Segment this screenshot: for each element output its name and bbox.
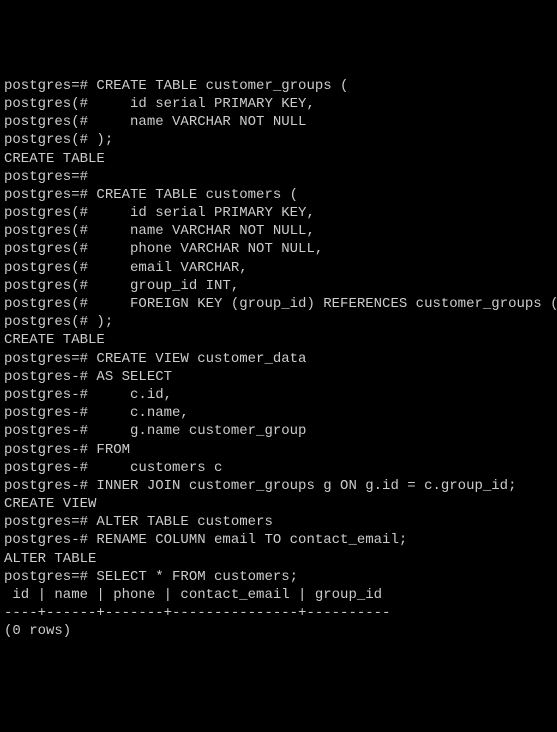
terminal-line: postgres=# xyxy=(4,168,553,186)
terminal-line: postgres(# id serial PRIMARY KEY, xyxy=(4,95,553,113)
terminal-line: CREATE VIEW xyxy=(4,495,553,513)
terminal-line: ----+------+-------+---------------+----… xyxy=(4,604,553,622)
terminal-line: postgres=# CREATE TABLE customers ( xyxy=(4,186,553,204)
terminal-line: postgres(# group_id INT, xyxy=(4,277,553,295)
terminal-line: postgres-# customers c xyxy=(4,459,553,477)
terminal-line: postgres-# RENAME COLUMN email TO contac… xyxy=(4,531,553,549)
terminal-line: postgres(# FOREIGN KEY (group_id) REFERE… xyxy=(4,295,553,313)
terminal-line: postgres(# phone VARCHAR NOT NULL, xyxy=(4,240,553,258)
terminal-line: postgres-# c.id, xyxy=(4,386,553,404)
terminal-line: postgres=# ALTER TABLE customers xyxy=(4,513,553,531)
terminal-line: CREATE TABLE xyxy=(4,150,553,168)
terminal-line: postgres-# AS SELECT xyxy=(4,368,553,386)
terminal-line: postgres-# INNER JOIN customer_groups g … xyxy=(4,477,553,495)
terminal-line: postgres(# email VARCHAR, xyxy=(4,259,553,277)
terminal-line: id | name | phone | contact_email | grou… xyxy=(4,586,553,604)
terminal-line: postgres-# c.name, xyxy=(4,404,553,422)
terminal-line: postgres=# SELECT * FROM customers; xyxy=(4,568,553,586)
terminal-line: CREATE TABLE xyxy=(4,331,553,349)
terminal-line: postgres-# FROM xyxy=(4,441,553,459)
terminal-line: postgres(# ); xyxy=(4,313,553,331)
terminal-line: postgres=# CREATE TABLE customer_groups … xyxy=(4,77,553,95)
terminal-line: postgres(# ); xyxy=(4,131,553,149)
terminal-line: postgres(# name VARCHAR NOT NULL, xyxy=(4,222,553,240)
terminal-line: postgres=# CREATE VIEW customer_data xyxy=(4,350,553,368)
terminal-output: postgres=# CREATE TABLE customer_groups … xyxy=(4,77,553,641)
terminal-line: postgres-# g.name customer_group xyxy=(4,422,553,440)
terminal-line: postgres(# id serial PRIMARY KEY, xyxy=(4,204,553,222)
terminal-line: ALTER TABLE xyxy=(4,550,553,568)
terminal-line: postgres(# name VARCHAR NOT NULL xyxy=(4,113,553,131)
terminal-line: (0 rows) xyxy=(4,622,553,640)
